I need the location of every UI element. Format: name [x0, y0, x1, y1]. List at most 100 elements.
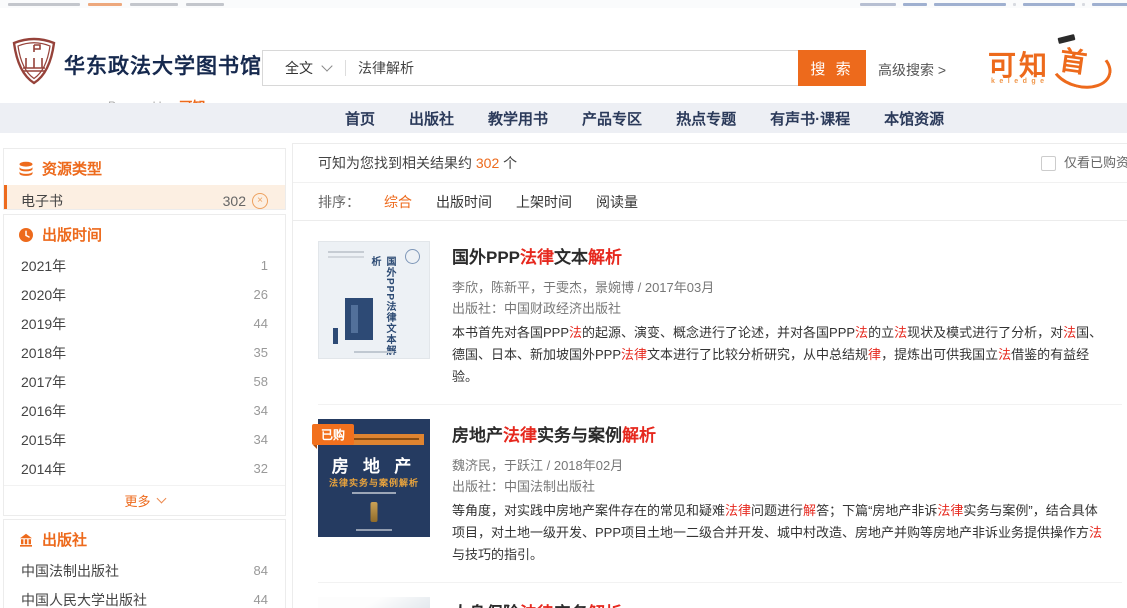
- nav-item-publishers[interactable]: 出版社: [409, 108, 454, 129]
- cover-subtitle: 法律实务与案例解析: [318, 476, 430, 489]
- filter-row[interactable]: 2015年34: [4, 425, 285, 454]
- filter-row[interactable]: 2016年 34: [4, 396, 285, 425]
- filter-row[interactable]: 电子书 302 ×: [4, 185, 285, 210]
- book-cover[interactable]: THE INSURANCE LAW& PRACTICE人身保险法律实务解析: [318, 597, 430, 608]
- nav-item-product-zone[interactable]: 产品专区: [582, 108, 642, 129]
- clock-icon: [18, 227, 34, 243]
- filter-row[interactable]: 2018年35: [4, 338, 285, 367]
- result-title[interactable]: 人身保险法律实务解析: [452, 599, 1107, 608]
- chevron-down-icon: [156, 494, 166, 504]
- filter-row[interactable]: 2014年 32: [4, 454, 285, 483]
- filter-row[interactable]: 2019年44: [4, 309, 285, 338]
- top-bar-right-fragments: [860, 3, 1127, 6]
- purchased-checkbox-label: 仅看已购资源: [1064, 144, 1127, 182]
- filter-count: 34: [254, 403, 268, 418]
- results-panel: 可知为您找到相关结果约 302 个 仅看已购资源 排序： 综合出版时间上架时间阅…: [292, 143, 1127, 608]
- filter-count: 26: [254, 287, 268, 302]
- filter-card-resource-type: 资源类型 电子书 302 ×: [3, 148, 286, 210]
- filter-card-title: 出版时间: [42, 224, 102, 245]
- purchased-filter: 仅看已购资源: [1041, 144, 1127, 182]
- filter-card-title: 出版社: [42, 529, 87, 550]
- book-cover[interactable]: 国外PPP法律文本解析: [318, 241, 430, 359]
- result-info: 房地产法律实务与案例解析 魏济民，于跃江 / 2018年02月 出版社：中国法制…: [452, 419, 1107, 566]
- nav-item-home[interactable]: 首页: [345, 108, 375, 129]
- clipped-text-fragment: [860, 3, 896, 6]
- filter-label: 电子书: [21, 191, 63, 211]
- filter-count: 34: [254, 432, 268, 447]
- filter-label: 2017年: [21, 372, 66, 392]
- result-info: 国外PPP法律文本解析 李欣，陈新平，于雯杰，景婉博 / 2017年03月 出版…: [452, 241, 1107, 388]
- cover-title: 房 地 产: [318, 452, 430, 477]
- nav-item-audiobooks-courses[interactable]: 有声书·课程: [770, 108, 850, 129]
- result-title[interactable]: 房地产法律实务与案例解析: [452, 421, 1107, 446]
- sort-label: 排序：: [318, 192, 360, 212]
- keledge-logo-dao: 首: [1057, 38, 1089, 80]
- filter-row[interactable]: 2020年26: [4, 280, 285, 309]
- filter-label: 2019年: [21, 314, 66, 334]
- purchased-checkbox[interactable]: [1041, 156, 1056, 171]
- result-publisher: 出版社：中国法制出版社: [452, 476, 1107, 497]
- search-scope-value: 全文: [285, 58, 313, 78]
- cover-author-lines: [352, 492, 396, 494]
- filter-label: 2014年: [21, 459, 66, 479]
- sort-option[interactable]: 阅读量: [596, 192, 638, 212]
- filter-count: 84: [254, 563, 268, 578]
- main-nav: 首页 出版社 教学用书 产品专区 热点专题 有声书·课程 本馆资源: [0, 103, 1127, 133]
- clipped-text-fragment: [934, 3, 1006, 6]
- nav-item-library-resources[interactable]: 本馆资源: [884, 108, 944, 129]
- building-icon: [18, 532, 34, 548]
- filter-label: 2018年: [21, 343, 66, 363]
- filter-label: 中国人民大学出版社: [21, 590, 147, 608]
- filter-count: 32: [254, 461, 268, 476]
- search-button[interactable]: 搜 索: [798, 50, 866, 86]
- clipped-text-fragment: [88, 3, 122, 6]
- sort-option[interactable]: 上架时间: [516, 192, 572, 212]
- sort-bar: 排序： 综合 出版时间 上架时间 阅读量: [293, 183, 1127, 221]
- result-publisher: 出版社：中国财政经济出版社: [452, 298, 1107, 319]
- nav-item-teaching-books[interactable]: 教学用书: [488, 108, 548, 129]
- filter-label: 2021年: [21, 256, 66, 276]
- filter-card-publishers: 出版社 中国法制出版社84 中国人民大学出版社 44: [3, 519, 286, 608]
- cover-footer-line: [356, 529, 392, 531]
- advanced-search-link[interactable]: 高级搜索 >: [878, 60, 946, 80]
- filter-count: 44: [254, 592, 268, 607]
- chevron-down-icon: [321, 60, 332, 71]
- search-input[interactable]: [346, 60, 798, 76]
- clipped-text-fragment: [1092, 3, 1127, 6]
- nav-item-hot-topics[interactable]: 热点专题: [676, 108, 736, 129]
- filter-count: 302: [223, 193, 246, 209]
- remove-filter-icon[interactable]: ×: [252, 193, 268, 209]
- header: 华东政法大学图书馆 Powered by 可知 全文 搜 索 高级搜索 > 可知…: [0, 8, 1127, 103]
- filter-row[interactable]: 2021年1: [4, 251, 285, 280]
- clipped-text-fragment: [8, 3, 80, 6]
- cover-author-lines: [328, 251, 364, 253]
- search-scope-select[interactable]: 全文: [263, 58, 345, 78]
- cover-art: [371, 502, 378, 522]
- sort-option[interactable]: 出版时间: [436, 192, 492, 212]
- filter-row[interactable]: 2017年58: [4, 367, 285, 396]
- clipped-text-fragment: [186, 3, 224, 6]
- summary-count: 302: [476, 155, 499, 171]
- cover-art: [345, 298, 373, 340]
- result-title[interactable]: 国外PPP法律文本解析: [452, 243, 1107, 268]
- search-result-item: THE INSURANCE LAW& PRACTICE人身保险法律实务解析 人身…: [318, 583, 1122, 608]
- sort-option[interactable]: 综合: [384, 192, 412, 212]
- top-bar-left-fragments: [8, 3, 224, 6]
- university-logo-icon: [10, 33, 58, 87]
- filter-row[interactable]: 中国法制出版社84: [4, 556, 285, 585]
- filter-label: 2016年: [21, 401, 66, 421]
- clipped-text-fragment: [130, 3, 178, 6]
- purchased-badge: 已购: [312, 424, 354, 445]
- keledge-logo[interactable]: 可知 首 keledge: [988, 36, 1123, 100]
- filter-card-header: 资源类型: [4, 149, 285, 185]
- search-result-item: 房 地 产法律实务与案例解析已购 房地产法律实务与案例解析 魏济民，于跃江 / …: [318, 405, 1122, 583]
- publisher-logo-icon: [405, 249, 420, 264]
- filter-row[interactable]: 中国人民大学出版社 44: [4, 585, 285, 608]
- more-button[interactable]: 更多: [4, 485, 285, 514]
- result-description: 本书首先对各国PPP法的起源、演变、概念进行了论述，并对各国PPP法的立法现状及…: [452, 322, 1107, 388]
- result-info: 人身保险法律实务解析 恒安标准人寿保险有限公司法律部 / 2012年02月 出版…: [452, 597, 1107, 608]
- book-cover[interactable]: 房 地 产法律实务与案例解析已购: [318, 419, 430, 537]
- result-authors-date: 魏济民，于跃江 / 2018年02月: [452, 455, 1107, 476]
- search-result-item: 国外PPP法律文本解析 国外PPP法律文本解析 李欣，陈新平，于雯杰，景婉博 /…: [318, 227, 1122, 405]
- filter-card-header: 出版时间: [4, 215, 285, 251]
